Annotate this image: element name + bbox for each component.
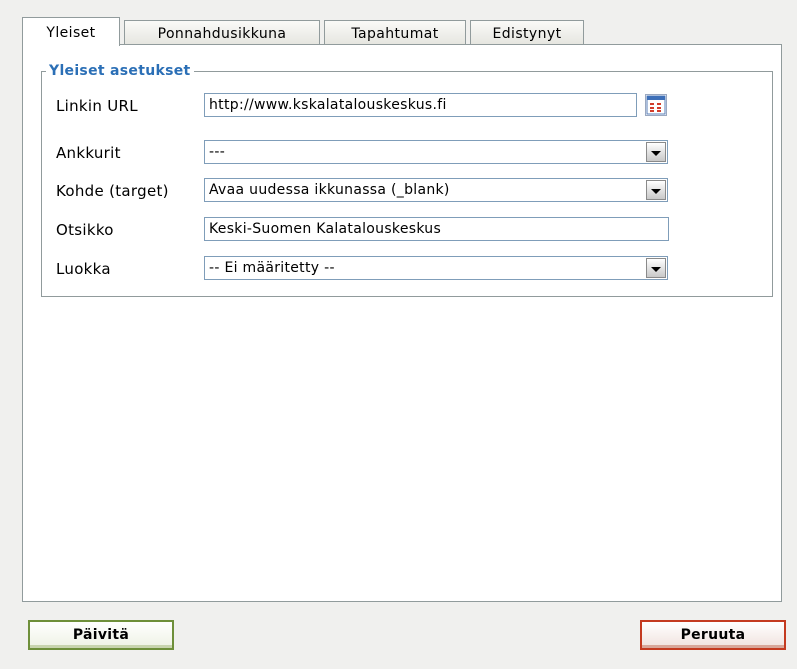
class-select[interactable]: -- Ei määritetty -- <box>204 256 668 280</box>
tab-advanced-label: Edistynyt <box>492 25 562 42</box>
update-button[interactable]: Päivitä <box>28 620 174 650</box>
title-input[interactable] <box>204 217 669 241</box>
url-label: Linkin URL <box>56 97 138 115</box>
tab-general[interactable]: Yleiset <box>22 17 120 46</box>
title-label: Otsikko <box>56 221 114 239</box>
tab-advanced[interactable]: Edistynyt <box>470 20 584 44</box>
tab-popup[interactable]: Ponnahdusikkuna <box>124 20 320 44</box>
target-select[interactable]: Avaa uudessa ikkunassa (_blank) <box>204 178 668 202</box>
anchors-label: Ankkurit <box>56 144 121 162</box>
chevron-down-icon[interactable] <box>646 142 666 162</box>
link-browser-button[interactable] <box>645 94 667 116</box>
class-label: Luokka <box>56 260 111 278</box>
cancel-button[interactable]: Peruuta <box>640 620 786 650</box>
url-input[interactable] <box>204 93 637 117</box>
general-settings-legend: Yleiset asetukset <box>49 63 191 79</box>
tab-panel: Yleiset asetukset Linkin URL Ankkurit --… <box>22 44 782 602</box>
chevron-down-icon[interactable] <box>646 258 666 278</box>
tab-events[interactable]: Tapahtumat <box>324 20 466 44</box>
link-browser-icon <box>646 95 666 115</box>
target-label: Kohde (target) <box>56 182 169 200</box>
chevron-down-icon[interactable] <box>646 180 666 200</box>
target-select-value: Avaa uudessa ikkunassa (_blank) <box>209 182 450 198</box>
tab-popup-label: Ponnahdusikkuna <box>157 25 287 42</box>
tab-events-label: Tapahtumat <box>351 25 439 42</box>
class-select-value: -- Ei määritetty -- <box>209 260 335 276</box>
anchors-select-value: --- <box>209 144 226 160</box>
anchors-select[interactable]: --- <box>204 140 668 164</box>
tab-general-label: Yleiset <box>46 25 96 41</box>
